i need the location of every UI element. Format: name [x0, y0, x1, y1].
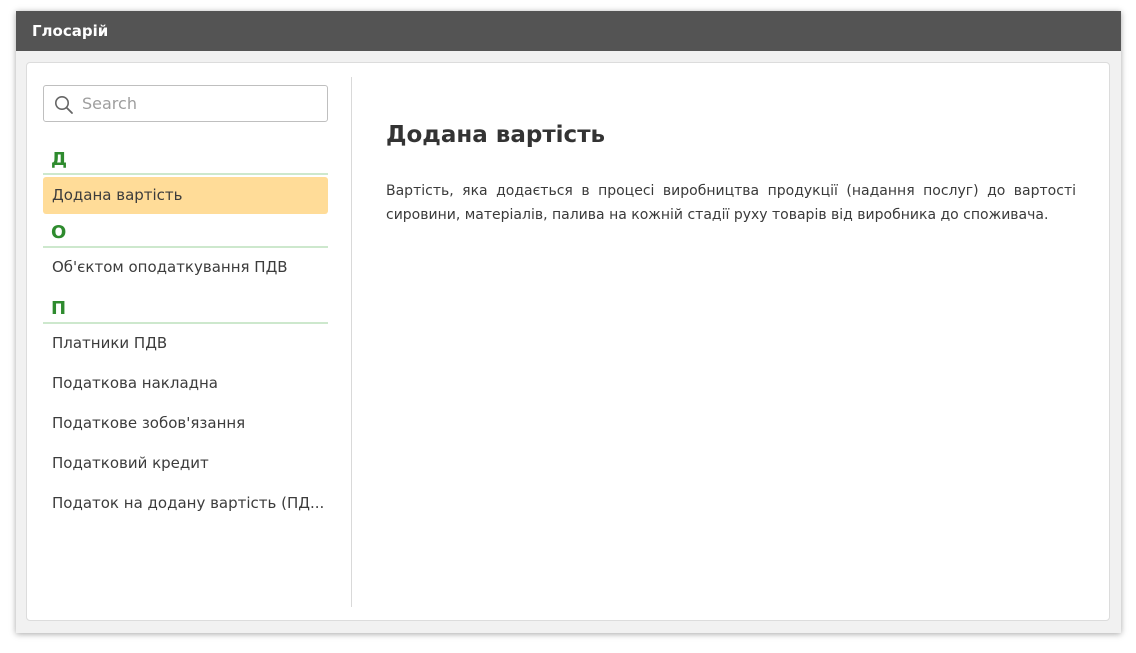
- article: Додана вартість Вартість, яка додається …: [386, 119, 1076, 227]
- search-icon: [55, 96, 73, 114]
- group-items: Об'єктом оподаткування ПДВ: [43, 248, 328, 288]
- search-input[interactable]: [82, 86, 318, 121]
- glossary-item-podatkovyi-kredyt[interactable]: Податковий кредит: [43, 444, 328, 484]
- search-box[interactable]: [43, 85, 328, 122]
- glossary-item-platnyky-pdv[interactable]: Платники ПДВ: [43, 324, 328, 364]
- glossary-window: Глосарій Д Додана вартість: [16, 11, 1121, 633]
- group-items: Платники ПДВ Податкова накладна Податков…: [43, 324, 328, 524]
- glossary-item-podatok-na-dodanu-vartist[interactable]: Податок на додану вартість (ПД...: [43, 484, 328, 524]
- glossary-item-obiekt-opodatkuvannia[interactable]: Об'єктом оподаткування ПДВ: [43, 248, 328, 288]
- group-d: Д Додана вартість: [43, 145, 328, 214]
- group-o: О Об'єктом оподаткування ПДВ: [43, 218, 328, 288]
- glossary-sidebar: Д Додана вартість О Об'єктом оподаткуван…: [43, 85, 328, 610]
- group-letter: П: [43, 294, 328, 324]
- group-letter: О: [43, 218, 328, 248]
- article-body: Вартість, яка додається в процесі виробн…: [386, 183, 1076, 223]
- panel-divider: [351, 77, 352, 607]
- glossary-item-dodana-vartist[interactable]: Додана вартість: [43, 177, 328, 214]
- glossary-panel: Д Додана вартість О Об'єктом оподаткуван…: [26, 62, 1110, 621]
- group-letter: Д: [43, 145, 328, 175]
- article-title: Додана вартість: [386, 122, 606, 148]
- glossary-item-podatkova-nakladna[interactable]: Податкова накладна: [43, 364, 328, 404]
- group-items: Додана вартість: [43, 177, 328, 214]
- glossary-list: Д Додана вартість О Об'єктом оподаткуван…: [43, 145, 328, 524]
- group-p: П Платники ПДВ Податкова накладна Податк…: [43, 294, 328, 524]
- glossary-item-podatkove-zoboviazannia[interactable]: Податкове зобов'язання: [43, 404, 328, 444]
- window-title: Глосарій: [16, 11, 1121, 51]
